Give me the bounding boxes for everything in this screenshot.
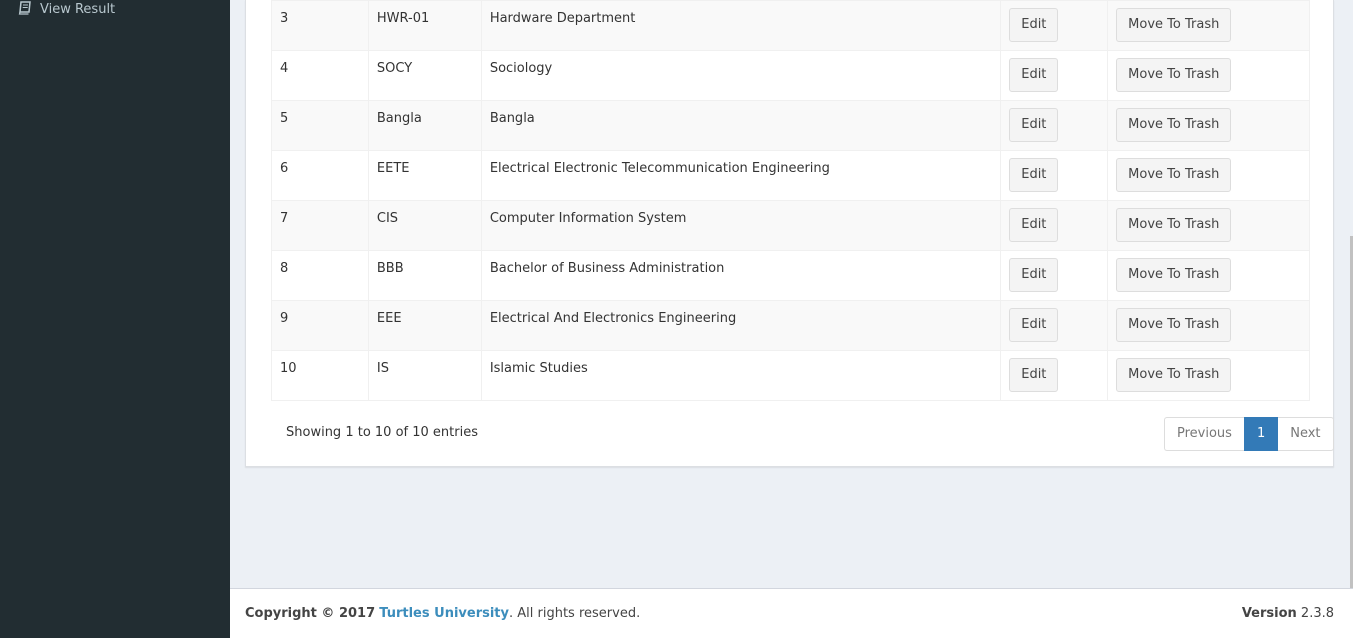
department-code: IS [367, 350, 482, 401]
table-row: 9 EEE Electrical And Electronics Engineeri… [271, 300, 1310, 351]
table-row: 3 HWR-01 Hardware Department Edit Move To Tr… [271, 0, 1310, 51]
trash-cell: Move To Trash [1107, 100, 1310, 151]
edit-cell: Edit [1000, 150, 1109, 201]
edit-button[interactable]: Edit [1009, 308, 1059, 342]
department-code: SOCY [367, 50, 482, 101]
move-to-trash-button[interactable]: Move To Trash [1116, 208, 1232, 242]
edit-cell: Edit [1000, 0, 1109, 51]
edit-button[interactable]: Edit [1009, 108, 1059, 142]
department-code: HWR-01 [367, 0, 482, 51]
table-row: 6 EETE Electrical Electronic Telecommunica… [271, 150, 1310, 201]
department-code: BBB [367, 250, 482, 301]
edit-button[interactable]: Edit [1009, 158, 1059, 192]
rights-text: . All rights reserved. [509, 606, 641, 621]
department-name: Electrical And Electronics Engineering [480, 300, 1002, 351]
sidebar-item-label: View Result [40, 2, 116, 17]
pagination: Previous 1 Next [1164, 417, 1334, 451]
trash-cell: Move To Trash [1107, 50, 1310, 101]
move-to-trash-button[interactable]: Move To Trash [1116, 308, 1232, 342]
trash-cell: Move To Trash [1107, 0, 1310, 51]
copyright: Copyright © 2017 Turtles University. All… [245, 606, 640, 621]
department-code: Bangla [367, 100, 482, 151]
edit-cell: Edit [1000, 50, 1109, 101]
edit-button[interactable]: Edit [1009, 208, 1059, 242]
trash-cell: Move To Trash [1107, 350, 1310, 401]
row-number: 10 [271, 350, 369, 401]
row-number: 3 [271, 0, 369, 51]
next-page-button[interactable]: Next [1278, 417, 1334, 451]
version-info: Version 2.3.8 [1242, 606, 1334, 621]
edit-cell: Edit [1000, 250, 1109, 301]
move-to-trash-button[interactable]: Move To Trash [1116, 358, 1232, 392]
main-content: 3 HWR-01 Hardware Department Edit Move To Tr… [230, 0, 1353, 588]
move-to-trash-button[interactable]: Move To Trash [1116, 8, 1232, 42]
department-name: Computer Information System [480, 200, 1002, 251]
sidebar-item-view-result[interactable]: View Result [18, 0, 115, 22]
table-info: Showing 1 to 10 of 10 entries [286, 425, 478, 440]
version-value: 2.3.8 [1300, 606, 1334, 621]
edit-button[interactable]: Edit [1009, 8, 1059, 42]
row-number: 7 [271, 200, 369, 251]
department-code: CIS [367, 200, 482, 251]
row-number: 9 [271, 300, 369, 351]
trash-cell: Move To Trash [1107, 300, 1310, 351]
department-name: Hardware Department [480, 0, 1002, 51]
move-to-trash-button[interactable]: Move To Trash [1116, 58, 1232, 92]
footer: Copyright © 2017 Turtles University. All… [230, 588, 1353, 638]
edit-button[interactable]: Edit [1009, 58, 1059, 92]
department-name: Islamic Studies [480, 350, 1002, 401]
version-label: Version [1241, 606, 1297, 621]
edit-cell: Edit [1000, 350, 1109, 401]
move-to-trash-button[interactable]: Move To Trash [1116, 158, 1232, 192]
trash-cell: Move To Trash [1107, 250, 1310, 301]
departments-box: 3 HWR-01 Hardware Department Edit Move To Tr… [245, 0, 1334, 467]
edit-button[interactable]: Edit [1009, 258, 1059, 292]
department-name: Bangla [480, 100, 1002, 151]
sidebar: View Result [0, 0, 230, 638]
move-to-trash-button[interactable]: Move To Trash [1116, 258, 1232, 292]
move-to-trash-button[interactable]: Move To Trash [1116, 108, 1232, 142]
edit-cell: Edit [1000, 300, 1109, 351]
trash-cell: Move To Trash [1107, 150, 1310, 201]
departments-table: 3 HWR-01 Hardware Department Edit Move To Tr… [271, 0, 1310, 401]
previous-page-button[interactable]: Previous [1164, 417, 1244, 451]
table-row: 10 IS Islamic Studies Edit Move To Trash [271, 350, 1310, 401]
edit-button[interactable]: Edit [1009, 358, 1059, 392]
table-row: 8 BBB Bachelor of Business Administration E… [271, 250, 1310, 301]
row-number: 5 [271, 100, 369, 151]
edit-cell: Edit [1000, 200, 1109, 251]
department-code: EETE [367, 150, 482, 201]
row-number: 6 [271, 150, 369, 201]
page-1-button[interactable]: 1 [1243, 417, 1279, 451]
org-link[interactable]: Turtles University [379, 606, 509, 621]
department-code: EEE [367, 300, 482, 351]
edit-cell: Edit [1000, 100, 1109, 151]
book-icon [18, 1, 32, 15]
table-row: 4 SOCY Sociology Edit Move To Trash [271, 50, 1310, 101]
department-name: Bachelor of Business Administration [480, 250, 1002, 301]
trash-cell: Move To Trash [1107, 200, 1310, 251]
row-number: 4 [271, 50, 369, 101]
table-row: 7 CIS Computer Information System Edit Move … [271, 200, 1310, 251]
department-name: Sociology [480, 50, 1002, 101]
department-name: Electrical Electronic Telecommunication … [480, 150, 1002, 201]
row-number: 8 [271, 250, 369, 301]
table-row: 5 Bangla Bangla Edit Move To Trash [271, 100, 1310, 151]
copyright-prefix: Copyright © 2017 [245, 606, 376, 621]
